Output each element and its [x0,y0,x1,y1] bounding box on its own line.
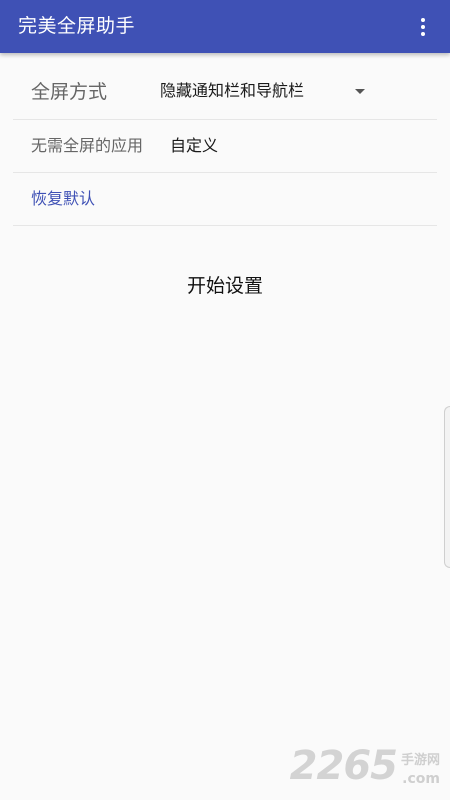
restore-default-link[interactable]: 恢复默认 [31,189,95,209]
more-dot [421,32,425,36]
exempt-apps-row[interactable]: 无需全屏的应用 自定义 [13,120,437,173]
more-dot [421,25,425,29]
app-bar: 完美全屏助手 [0,0,450,53]
fullscreen-mode-selected: 隐藏通知栏和导航栏 [160,81,305,100]
watermark-number: 2265 [289,743,398,789]
fullscreen-mode-dropdown[interactable]: 隐藏通知栏和导航栏 [159,66,374,119]
fullscreen-mode-label: 全屏方式 [31,81,108,103]
more-dot [421,18,425,22]
more-vert-icon[interactable] [408,12,438,42]
dropdown-arrow-icon [355,89,365,94]
start-setup-button[interactable]: 开始设置 [150,268,300,304]
app-title: 完美全屏助手 [18,15,136,37]
fullscreen-mode-row: 全屏方式 隐藏通知栏和导航栏 [13,66,437,120]
watermark-text: 手游网 [400,753,440,768]
exempt-apps-value[interactable]: 自定义 [170,136,218,156]
edge-panel-handle[interactable] [444,406,450,568]
watermark-domain: .com [402,771,440,787]
restore-default-row[interactable]: 恢复默认 [13,173,437,226]
watermark-logo: 2265 手游网 .com [290,746,440,786]
exempt-apps-label: 无需全屏的应用 [31,136,144,155]
